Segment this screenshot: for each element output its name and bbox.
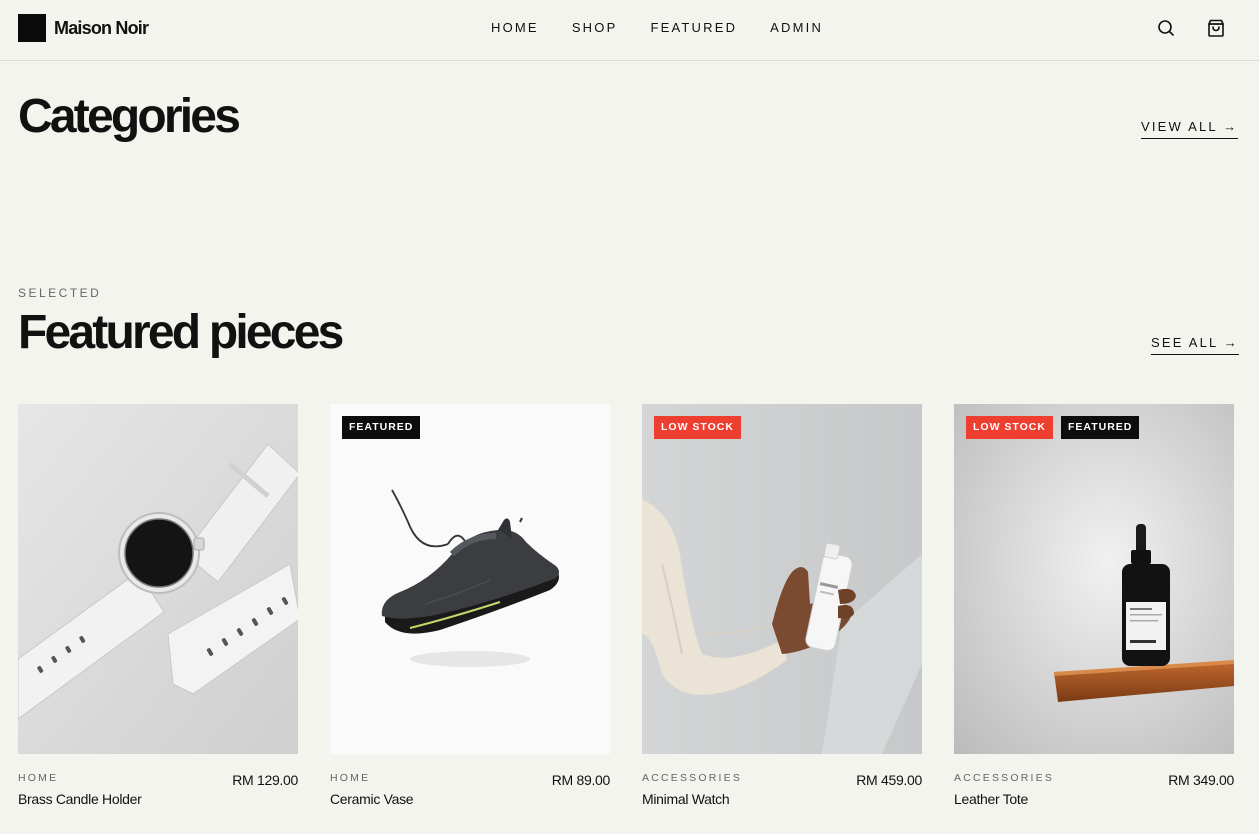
product-meta: HOME RM 89.00 Ceramic Vase [330, 754, 611, 807]
main-nav: HOME SHOP FEATURED ADMIN [491, 20, 856, 35]
featured-title: Featured pieces [18, 306, 344, 359]
product-card[interactable]: LOW STOCK FEATURED ACCESSORIES RM 349.00… [954, 404, 1234, 807]
featured-badge: FEATURED [342, 416, 421, 439]
product-name[interactable]: Leather Tote [954, 791, 1028, 807]
smartwatch-photo[interactable] [18, 404, 298, 754]
product-name[interactable]: Ceramic Vase [330, 791, 414, 807]
search-icon[interactable] [1154, 16, 1178, 40]
hand-holding-bottle-photo[interactable]: LOW STOCK [642, 404, 922, 754]
product-badges: FEATURED [342, 416, 421, 439]
nav-home[interactable]: HOME [491, 20, 539, 35]
hand-bottle-image [642, 404, 922, 754]
serum-bottle-photo[interactable]: LOW STOCK FEATURED [954, 404, 1234, 754]
brand-name: Maison Noir [54, 17, 149, 38]
low-stock-badge: LOW STOCK [966, 416, 1053, 439]
see-all-link[interactable]: SEE ALL → [1151, 335, 1239, 355]
nav-featured[interactable]: FEATURED [650, 20, 737, 35]
sneaker-image [330, 404, 610, 754]
product-category: HOME [18, 772, 59, 784]
product-price: RM 459.00 [856, 772, 922, 788]
product-meta: ACCESSORIES RM 459.00 Minimal Watch [642, 754, 922, 807]
product-card[interactable]: LOW STOCK ACCESSORIES RM 459.00 Minimal … [642, 404, 922, 807]
product-price: RM 89.00 [551, 772, 611, 788]
categories-title: Categories [18, 90, 241, 143]
product-name[interactable]: Minimal Watch [642, 791, 730, 807]
product-category: ACCESSORIES [642, 772, 743, 784]
shopping-bag-icon[interactable] [1204, 16, 1228, 40]
product-name[interactable]: Brass Candle Holder [18, 791, 142, 807]
product-category: ACCESSORIES [954, 772, 1055, 784]
product-meta: ACCESSORIES RM 349.00 Leather Tote [954, 754, 1234, 807]
logo-mark [18, 14, 46, 42]
low-stock-badge: LOW STOCK [654, 416, 741, 439]
product-meta: HOME RM 129.00 Brass Candle Holder [18, 754, 298, 807]
serum-bottle-image [954, 404, 1234, 754]
sneaker-photo[interactable]: FEATURED [330, 404, 610, 754]
product-category: HOME [330, 772, 371, 784]
product-card[interactable]: HOME RM 129.00 Brass Candle Holder [18, 404, 298, 807]
view-all-link[interactable]: VIEW ALL → [1141, 119, 1239, 139]
product-badges: LOW STOCK FEATURED [966, 416, 1140, 439]
smartwatch-image [18, 404, 298, 754]
featured-eyebrow: SELECTED [18, 286, 102, 300]
nav-admin[interactable]: ADMIN [770, 20, 823, 35]
nav-shop[interactable]: SHOP [572, 20, 618, 35]
product-badges: LOW STOCK [654, 416, 741, 439]
site-header: Maison Noir HOME SHOP FEATURED ADMIN [0, 0, 1259, 61]
product-price: RM 349.00 [1168, 772, 1234, 788]
product-card[interactable]: FEATURED HOME RM 89.00 Ceramic Vase [330, 404, 611, 807]
featured-badge: FEATURED [1060, 416, 1140, 439]
product-price: RM 129.00 [232, 772, 298, 788]
brand-logo[interactable]: Maison Noir [18, 14, 149, 42]
